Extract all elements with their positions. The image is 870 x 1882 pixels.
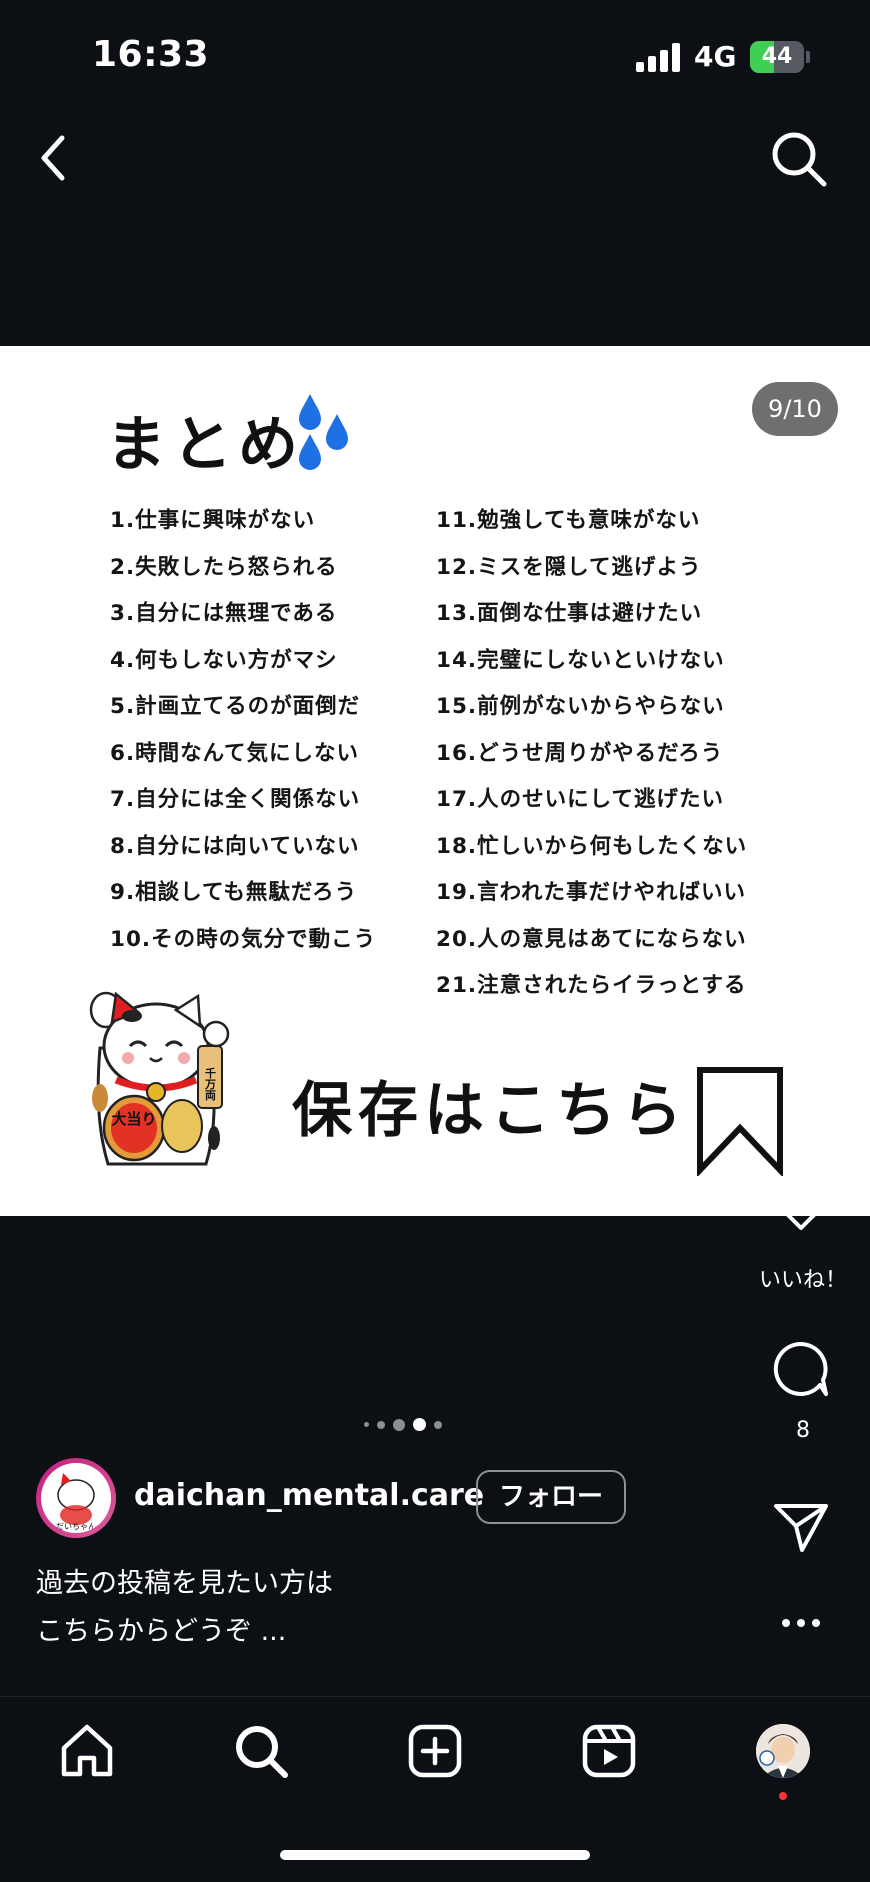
nav-divider <box>0 1696 870 1697</box>
carousel-dot <box>377 1420 385 1429</box>
list-item: 6.時間なんて気にしない <box>110 740 360 766</box>
list-item: 5.計画立てるのが面倒だ <box>110 694 361 719</box>
list-item: 16.どうせ周りがやるだろう <box>436 740 724 766</box>
caption[interactable]: 過去の投稿を見たい方は こちらからどうぞ ... <box>36 1560 333 1656</box>
banner-label: 千万両 <box>204 1066 218 1101</box>
battery-cap <box>806 51 810 63</box>
list-item: 7.自分には全く関係ない <box>110 787 361 812</box>
list-item: 12.ミスを隠して逃げよう <box>436 554 702 580</box>
status-time: 16:33 <box>92 34 210 75</box>
like-label[interactable]: いいね！ <box>748 1262 858 1294</box>
list-item: 3.自分には無理である <box>110 601 338 626</box>
username[interactable]: daichan_mental.care <box>134 1478 484 1513</box>
comment-count: 8 <box>796 1418 810 1443</box>
share-icon[interactable] <box>772 1500 830 1554</box>
summary-list-left: 1.仕事に興味がない 2.失敗したら怒られる 3.自分には無理である 4.何もしない方… <box>110 498 376 963</box>
carousel-dot <box>364 1422 369 1427</box>
list-item: 18.忙しいから何もしたくない <box>436 833 748 859</box>
back-icon[interactable] <box>32 130 76 186</box>
plus-icon[interactable] <box>406 1722 464 1780</box>
lucky-cat-illustration: 大当り 千万両 <box>86 988 238 1178</box>
carousel-indicator <box>364 1418 442 1431</box>
battery-level: 44 <box>761 44 793 69</box>
list-item: 9.相談しても無駄だろう <box>110 880 358 905</box>
list-item: 14.完璧にしないといけない <box>436 647 725 673</box>
home-icon[interactable] <box>58 1722 116 1780</box>
bookmark-icon <box>696 1066 784 1178</box>
follow-button[interactable]: フォロー <box>476 1470 626 1524</box>
signal-icon <box>636 42 680 72</box>
list-item: 20.人の意見はあてにならない <box>436 926 747 952</box>
list-item: 4.何もしない方がマシ <box>110 647 338 673</box>
battery-icon: 44 <box>750 41 804 73</box>
carousel-dot <box>393 1418 405 1431</box>
coin-label: 大当り <box>111 1110 156 1128</box>
profile-avatar[interactable] <box>756 1724 810 1778</box>
save-prompt-text: 保存はこちら <box>292 1076 688 1146</box>
carousel-dot <box>413 1418 426 1431</box>
reels-icon[interactable] <box>580 1722 638 1780</box>
carousel-dot <box>434 1420 442 1429</box>
list-item: 15.前例がないからやらない <box>436 694 725 719</box>
heart-icon[interactable] <box>772 1178 830 1232</box>
avatar[interactable]: だいちゃん <box>36 1458 116 1538</box>
list-item: 19.言われた事だけやればいい <box>436 880 747 905</box>
list-item: 8.自分には向いていない <box>110 833 360 859</box>
avatar-label: だいちゃん <box>56 1522 96 1531</box>
caption-line-2: こちらからどうぞ ... <box>36 1616 287 1647</box>
list-item: 2.失敗したら怒られる <box>110 554 338 580</box>
list-item: 13.面倒な仕事は避けたい <box>436 601 703 626</box>
notification-dot <box>779 1792 787 1800</box>
list-item: 1.仕事に興味がない <box>110 508 316 533</box>
home-indicator[interactable] <box>280 1850 590 1860</box>
list-item: 11.勉強しても意味がない <box>436 508 701 533</box>
comment-icon[interactable] <box>772 1340 830 1398</box>
summary-list-right: 11.勉強しても意味がない 12.ミスを隠して逃げよう 13.面倒な仕事は避けたい 1… <box>436 498 747 1010</box>
list-item: 21.注意されたらイラっとする <box>436 973 747 998</box>
carousel-counter: 9/10 <box>752 382 838 436</box>
list-item: 17.人のせいにして逃げたい <box>436 787 724 812</box>
post-title: まとめ <box>106 410 304 480</box>
water-drops-icon <box>292 392 354 474</box>
more-icon[interactable] <box>772 1610 830 1636</box>
search-icon[interactable] <box>232 1722 290 1780</box>
list-item: 10.その時の気分で動こう <box>110 926 377 952</box>
search-icon[interactable] <box>770 130 828 188</box>
caption-line-1: 過去の投稿を見たい方は <box>36 1568 333 1599</box>
network-type: 4G <box>694 40 737 73</box>
